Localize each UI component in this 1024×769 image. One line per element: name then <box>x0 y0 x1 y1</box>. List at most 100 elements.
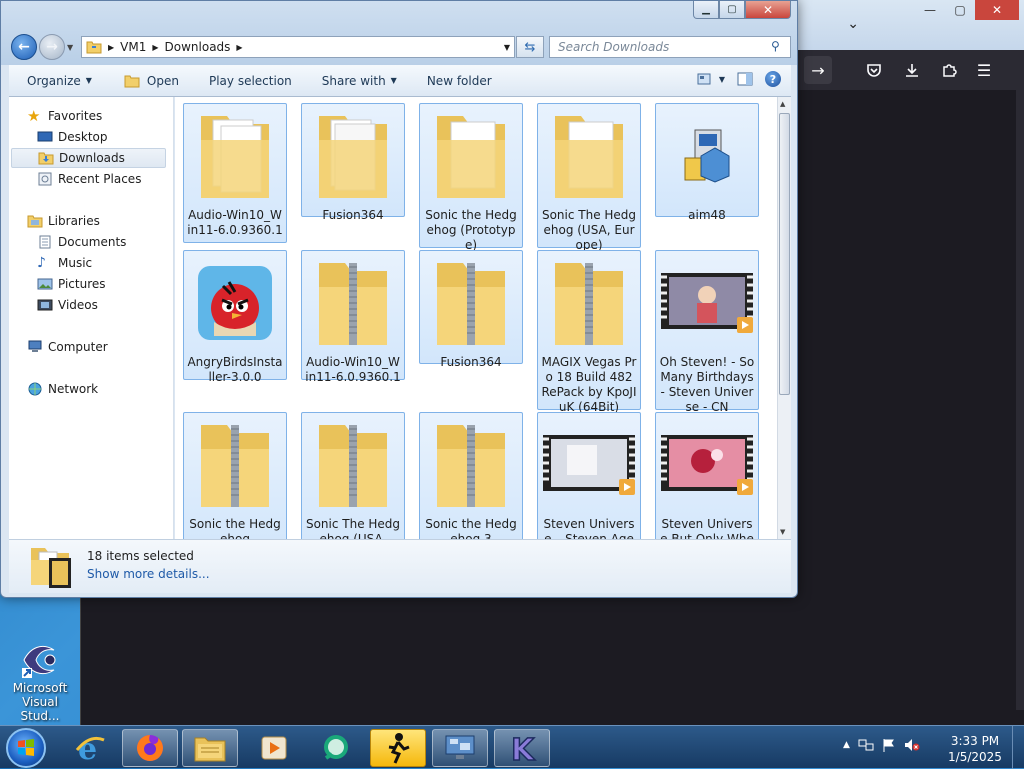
taskbar-media-player[interactable] <box>246 729 302 767</box>
file-explorer-icon <box>194 737 226 762</box>
nav-network[interactable]: Network <box>27 379 187 399</box>
play-selection-button[interactable]: Play selection <box>201 67 300 95</box>
k-letter-icon: K <box>510 732 537 764</box>
breadcrumb-arrow-icon[interactable]: ▶ <box>108 43 114 52</box>
file-item-label: Steven Universe _ Steven Ages And <box>543 517 635 539</box>
zip-folder-icon <box>437 425 505 507</box>
organize-button[interactable]: Organize ▼ <box>19 67 100 95</box>
taskbar-file-explorer[interactable] <box>182 729 238 767</box>
download-icon[interactable] <box>899 58 925 82</box>
search-input[interactable]: Search Downloads <box>549 36 791 58</box>
chat-bubble-icon <box>324 735 348 760</box>
action-center-flag-icon[interactable] <box>882 738 896 752</box>
scroll-up-icon[interactable]: ▲ <box>780 100 785 108</box>
nav-computer[interactable]: Computer <box>27 337 187 357</box>
view-dropdown-icon[interactable]: ▼ <box>719 75 725 84</box>
new-folder-button[interactable]: New folder <box>419 67 500 95</box>
history-dropdown-icon[interactable]: ▼ <box>67 43 73 52</box>
forward-button[interactable]: → <box>39 34 65 60</box>
explorer-window: ▁ ▢ ✕ ← → ▼ ▶ VM1 ▶ Downloads ▶ ▼ ⇆ Sear… <box>0 0 798 598</box>
file-item[interactable]: Fusion364 <box>419 250 523 369</box>
file-item[interactable]: Sonic the Hedgehog <box>183 412 287 539</box>
show-desktop-button[interactable] <box>1012 726 1024 769</box>
nav-desktop[interactable]: Desktop <box>37 127 197 147</box>
volume-muted-icon[interactable] <box>904 738 920 752</box>
breadcrumb-root[interactable]: VM1 <box>120 40 146 54</box>
change-view-icon[interactable] <box>697 72 713 86</box>
scroll-down-icon[interactable]: ▼ <box>780 528 785 536</box>
taskbar-remote-desktop[interactable] <box>432 729 488 767</box>
back-button[interactable]: ← <box>11 34 37 60</box>
music-icon: ♪ <box>37 255 46 271</box>
nav-pictures[interactable]: Pictures <box>37 274 197 294</box>
nav-libraries[interactable]: Libraries <box>27 211 187 231</box>
browser-window-controls: — ▢ ✕ <box>915 0 1019 20</box>
vertical-scrollbar[interactable]: ▲ ▼ <box>777 97 791 539</box>
menu-icon[interactable]: ☰ <box>971 58 997 82</box>
multiple-items-icon <box>31 548 71 588</box>
scrollbar-thumb[interactable] <box>779 113 790 395</box>
close-button[interactable]: ✕ <box>745 1 791 19</box>
pocket-icon[interactable] <box>861 58 887 82</box>
internet-explorer-icon: e <box>75 732 105 764</box>
show-hidden-icons-icon[interactable]: ▲ <box>843 740 850 750</box>
help-icon[interactable]: ? <box>765 71 781 87</box>
taskbar-firefox[interactable] <box>122 729 178 767</box>
file-item-label: Sonic the Hedgehog <box>189 517 281 539</box>
file-item-label: Fusion364 <box>322 208 384 222</box>
taskbar-k-app[interactable]: K <box>494 729 550 767</box>
file-item[interactable]: Sonic the Hedgehog (Prototype) <box>419 103 523 252</box>
nav-videos[interactable]: Videos <box>37 295 197 315</box>
refresh-button[interactable]: ⇆ <box>516 36 544 58</box>
taskbar-chat-app[interactable] <box>308 729 364 767</box>
taskbar-internet-explorer[interactable]: e <box>62 729 118 767</box>
maximize-icon[interactable]: ▢ <box>945 0 975 20</box>
browser-scrollbar[interactable] <box>1016 90 1024 710</box>
extensions-icon[interactable] <box>936 58 962 82</box>
taskbar-aim[interactable] <box>370 729 426 767</box>
taskbar-clock[interactable]: 3:33 PM 1/5/2025 <box>940 733 1010 765</box>
maximize-button[interactable]: ▢ <box>719 1 745 19</box>
share-with-label: Share with <box>321 73 386 88</box>
nav-recent-places[interactable]: Recent Places <box>37 169 197 189</box>
breadcrumb-arrow-icon[interactable]: ▶ <box>236 43 242 52</box>
desktop-shortcut-visual-studio[interactable]: Microsoft Visual Stud... <box>4 642 76 723</box>
minimize-icon[interactable]: — <box>915 0 945 20</box>
nav-favorites[interactable]: ★ Favorites <box>27 106 187 126</box>
view-controls: ▼ ? <box>697 71 781 87</box>
search-icon[interactable]: ⚲ <box>771 39 780 53</box>
chevron-down-icon[interactable]: ⌄ <box>847 16 859 32</box>
file-item[interactable]: MAGIX Vegas Pro 18 Build 482 RePack by K… <box>537 250 641 414</box>
file-item[interactable]: aim48 <box>655 103 759 222</box>
file-item[interactable]: Sonic The Hedgehog (USA, <box>301 412 405 539</box>
arrow-right-icon[interactable]: → <box>804 56 832 84</box>
address-dropdown-icon[interactable]: ▼ <box>504 43 510 52</box>
nav-downloads[interactable]: Downloads <box>11 148 166 168</box>
file-item[interactable]: Steven Universe _ Steven Ages And <box>537 412 641 539</box>
show-more-details-link[interactable]: Show more details... <box>87 567 210 581</box>
preview-pane-icon[interactable] <box>737 72 753 86</box>
file-item[interactable]: Audio-Win10_Win11-6.0.9360.1 <box>183 103 287 243</box>
breadcrumb-arrow-icon[interactable]: ▶ <box>152 43 158 52</box>
file-item[interactable]: Sonic The Hedgehog (USA, Europe) <box>537 103 641 252</box>
file-item[interactable]: Oh Steven! - So Many Birthdays - Steven … <box>655 250 759 414</box>
file-item[interactable]: Fusion364 <box>301 103 405 222</box>
recent-places-icon <box>38 172 52 186</box>
folder-icon <box>86 41 102 54</box>
start-button[interactable] <box>6 728 46 768</box>
nav-recent-places-label: Recent Places <box>58 172 142 186</box>
nav-music[interactable]: ♪ Music <box>37 253 197 273</box>
share-with-button[interactable]: Share with ▼ <box>314 67 405 95</box>
open-button[interactable]: Open <box>116 67 187 95</box>
nav-documents[interactable]: Documents <box>37 232 197 252</box>
file-item[interactable]: AngryBirdsInstaller-3.0.0 <box>183 250 287 384</box>
file-item-label: aim48 <box>688 208 726 222</box>
minimize-button[interactable]: ▁ <box>693 1 719 19</box>
file-item[interactable]: Sonic the Hedgehog 3 <box>419 412 523 539</box>
file-item[interactable]: Audio-Win10_Win11-6.0.9360.1 <box>301 250 405 384</box>
network-status-icon[interactable] <box>858 738 874 752</box>
file-item[interactable]: Steven Universe But Only When <box>655 412 759 539</box>
breadcrumb-folder[interactable]: Downloads <box>165 40 231 54</box>
close-icon[interactable]: ✕ <box>975 0 1019 20</box>
address-bar[interactable]: ▶ VM1 ▶ Downloads ▶ ▼ <box>81 36 515 58</box>
